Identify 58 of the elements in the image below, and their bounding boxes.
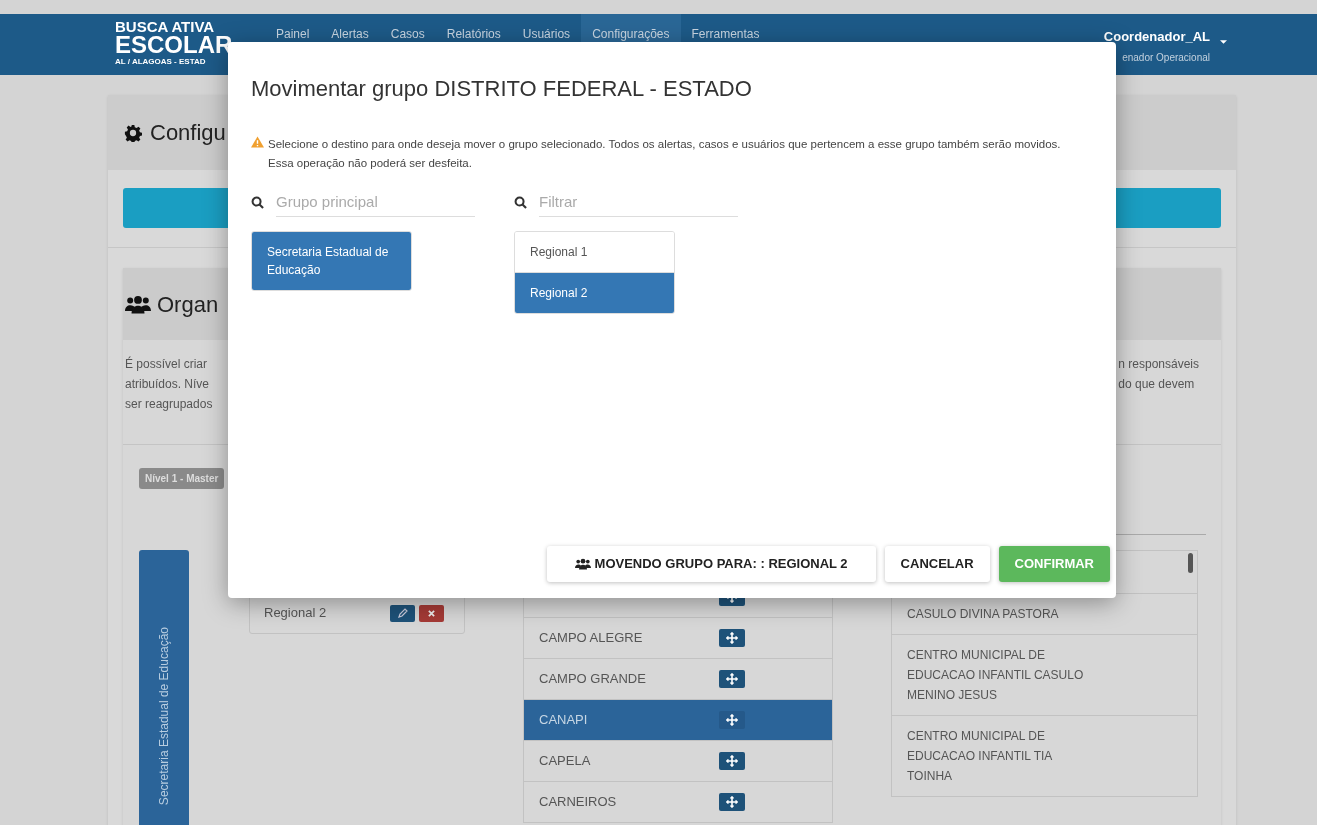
moving-group-button[interactable]: MOVENDO GRUPO PARA: : REGIONAL 2: [546, 546, 876, 582]
delete-button[interactable]: [419, 604, 444, 622]
municipality-name: CAMPO ALEGRE: [539, 629, 644, 648]
municipality-row[interactable]: CAPELA: [524, 741, 832, 782]
move-button[interactable]: [719, 670, 745, 688]
user-name[interactable]: Coordenador_AL: [1103, 27, 1210, 47]
municipality-name: CARNEIROS: [539, 793, 618, 812]
description-text: atribuídos. Níve: [125, 376, 211, 393]
school-name: CASULO DIVINA PASTORA: [907, 606, 1060, 623]
logo-text: BUSCA ATIVA: [115, 19, 216, 34]
municipality-row[interactable]: CANAPI: [524, 700, 832, 741]
description-text: n responsáveis: [1118, 356, 1199, 373]
search-icon: [251, 195, 264, 209]
municipality-row[interactable]: CARNEIROS: [524, 782, 832, 823]
caret-icon[interactable]: [1220, 40, 1227, 44]
group-option[interactable]: Secretaria Estadual de Educação: [252, 232, 411, 290]
pencil-icon: [397, 608, 408, 618]
gear-icon: [124, 123, 142, 142]
logo-text: ESCOLAR: [115, 33, 234, 57]
root-group-bar[interactable]: Secretaria Estadual de Educação: [139, 550, 189, 825]
close-icon: [428, 609, 435, 617]
municipality-row[interactable]: CAMPO ALEGRE: [524, 618, 832, 659]
user-role: enador Operacional: [1122, 50, 1210, 65]
move-button[interactable]: [719, 793, 745, 811]
move-button[interactable]: [719, 711, 745, 729]
move-arrows-icon: [726, 755, 738, 767]
dialog-title: Movimentar grupo DISTRITO FEDERAL - ESTADO: [251, 75, 753, 103]
scrollbar[interactable]: [1188, 553, 1193, 573]
root-group-label: Secretaria Estadual de Educação: [156, 626, 172, 805]
search-icon: [514, 195, 527, 209]
group-option[interactable]: Regional 2: [515, 272, 674, 313]
search-field[interactable]: Filtrar: [539, 187, 738, 217]
municipality-name: CAPELA: [539, 752, 592, 771]
move-button[interactable]: [719, 629, 745, 647]
group-name: Regional 2: [264, 604, 327, 623]
description-text: do que devem: [1118, 376, 1196, 393]
cancel-button[interactable]: CANCELAR: [884, 546, 990, 582]
move-arrows-icon: [726, 632, 738, 644]
move-arrows-icon: [726, 673, 738, 685]
municipality-name: CANAPI: [539, 711, 589, 730]
school-name: CENTRO MUNICIPAL DE EDUCACAO INFANTIL CASULO MENINO JESUS: [907, 647, 1085, 704]
level-badge: Nível 1 - Master: [139, 468, 225, 489]
warning-text: Selecione o destino para onde deseja mover o grupo selecionado. Todos os alertas, casos e usuários que pertencem a esse grupo também serão movidos. Essa operação não poderá ser desfeita.: [268, 137, 1062, 171]
description-text: ser reagrupados: [125, 396, 213, 413]
users-icon: [125, 294, 151, 314]
users-icon: [574, 558, 591, 570]
school-name: CENTRO MUNICIPAL DE EDUCACAO INFANTIL TIA TOINHA: [907, 728, 1053, 785]
card-title: Organ: [157, 290, 219, 319]
municipality-name: CAMPO GRANDE: [539, 670, 647, 689]
move-arrows-icon: [726, 714, 738, 726]
edit-button[interactable]: [390, 604, 415, 622]
logo-subtitle: AL / ALAGOAS - ESTAD: [115, 58, 207, 66]
warning-icon: [251, 136, 264, 148]
panel-title: Configu: [150, 119, 226, 147]
search-field[interactable]: Grupo principal: [276, 187, 475, 217]
move-button[interactable]: [719, 752, 745, 770]
move-arrows-icon: [726, 796, 738, 808]
description-text: É possível criar: [125, 355, 209, 373]
